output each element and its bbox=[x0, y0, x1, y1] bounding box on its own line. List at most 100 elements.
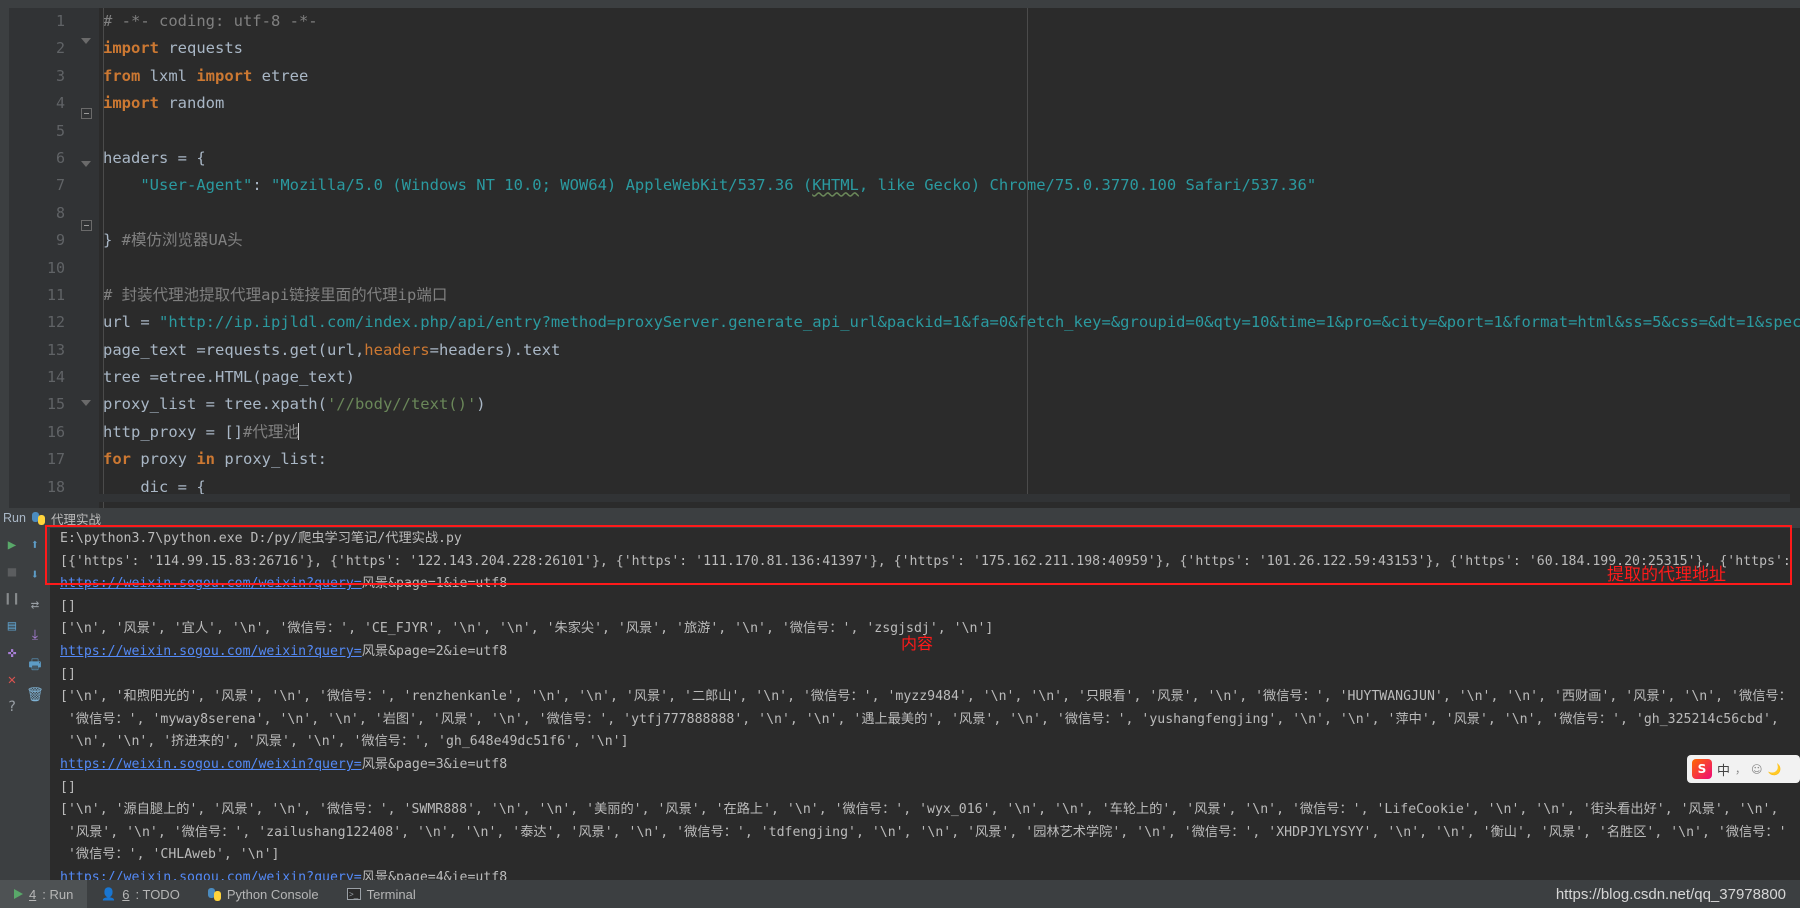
code-line[interactable]: } #模仿浏览器UA头 bbox=[99, 227, 1800, 254]
code-line[interactable] bbox=[99, 200, 1800, 227]
status-bar: 4: Run 👤 6: TODO Python Console >_ Terminal h… bbox=[0, 880, 1800, 908]
clear-all-icon[interactable]: 🗑 bbox=[26, 686, 44, 704]
ime-floating-toolbar[interactable]: S 中 ， ☺ 🌙 bbox=[1687, 755, 1800, 783]
code-token: import bbox=[103, 39, 169, 58]
code-line[interactable]: # -*- coding: utf-8 -*- bbox=[99, 8, 1800, 35]
code-token: KHTML bbox=[812, 176, 859, 195]
stop-button[interactable]: ■ bbox=[3, 563, 21, 581]
console-link-line[interactable]: https://weixin.sogou.com/weixin?query=风景… bbox=[50, 573, 1788, 596]
fold-box-icon[interactable] bbox=[81, 216, 94, 231]
code-token: } bbox=[103, 231, 122, 250]
todo-person-icon: 👤 bbox=[101, 887, 117, 901]
code-line[interactable]: import random bbox=[99, 90, 1800, 117]
ime-punctuation-icon[interactable]: ， bbox=[1735, 761, 1746, 777]
print-icon[interactable]: 🖶 bbox=[26, 656, 44, 674]
console-output-line: E:\python3.7\python.exe D:/py/爬虫学习笔记/代理实… bbox=[60, 531, 462, 546]
code-text-area[interactable]: # -*- coding: utf-8 -*- import requests fr… bbox=[99, 8, 1800, 508]
console-link-line[interactable]: https://weixin.sogou.com/weixin?query=风景… bbox=[50, 867, 1788, 880]
statusbar-item-label: : Run bbox=[42, 886, 74, 902]
code-line[interactable]: headers = { bbox=[99, 145, 1800, 172]
code-line[interactable]: for proxy in proxy_list: bbox=[99, 446, 1800, 473]
statusbar-todo[interactable]: 👤 6: TODO bbox=[87, 880, 194, 908]
code-token: proxy_list: bbox=[224, 450, 327, 469]
code-token: lxml bbox=[149, 66, 197, 85]
code-line[interactable]: page_text =requests.get(url,headers=head… bbox=[99, 337, 1800, 364]
code-line[interactable]: "User-Agent": "Mozilla/5.0 (Windows NT 1… bbox=[99, 172, 1800, 199]
run-triangle-icon bbox=[14, 889, 23, 899]
console-output-line: ['\n', '和煦阳光的', '风景', '\n', '微信号：', 'ren… bbox=[60, 689, 1788, 705]
console-output-line: [] bbox=[60, 598, 76, 614]
scroll-down-icon[interactable]: ⬇ bbox=[26, 566, 44, 584]
line-number: 17 bbox=[46, 450, 65, 469]
line-number: 3 bbox=[55, 66, 65, 85]
editor-hscrollbar-track[interactable] bbox=[9, 494, 1790, 502]
statusbar-python-console[interactable]: Python Console bbox=[194, 880, 333, 908]
line-number: 8 bbox=[55, 203, 65, 222]
ime-menu-icon[interactable]: 🌙 bbox=[1767, 763, 1781, 776]
statusbar-run[interactable]: 4: Run bbox=[0, 880, 88, 908]
scroll-to-end-icon[interactable]: ⤓ bbox=[26, 626, 44, 644]
ime-emoji-icon[interactable]: ☺ bbox=[1751, 763, 1762, 776]
editor-top-strip bbox=[0, 0, 1800, 8]
code-token: in bbox=[196, 450, 225, 469]
line-number: 14 bbox=[46, 368, 65, 387]
watermark-url: https://blog.csdn.net/qq_37978800 bbox=[1555, 885, 1786, 903]
console-link-line[interactable]: https://weixin.sogou.com/weixin?query=风景… bbox=[50, 754, 1788, 777]
code-token: headers bbox=[364, 340, 430, 359]
ime-mode-label[interactable]: 中 bbox=[1717, 760, 1730, 779]
code-token: #模仿浏览器UA头 bbox=[121, 231, 243, 250]
code-line[interactable]: http_proxy = []#代理池 bbox=[99, 419, 1800, 446]
console-url-link[interactable]: https://weixin.sogou.com/weixin?query= bbox=[60, 870, 362, 880]
code-token: # 封装代理池提取代理api链接里面的代理ip端口 bbox=[103, 285, 448, 304]
code-token: "Mozilla/5.0 (Windows NT 10.0; WOW64) Ap… bbox=[270, 176, 813, 195]
sogou-logo-icon[interactable]: S bbox=[1692, 759, 1712, 779]
line-number: 15 bbox=[46, 395, 65, 414]
code-folding-column[interactable] bbox=[77, 8, 99, 508]
scroll-up-icon[interactable]: ⬆ bbox=[26, 536, 44, 554]
console-url-link[interactable]: https://weixin.sogou.com/weixin?query= bbox=[60, 757, 362, 772]
run-toolbar-right[interactable]: ⬆ ⬇ ⇄ ⤓ 🖶 🗑 bbox=[23, 528, 50, 880]
code-line[interactable]: tree =etree.HTML(page_text) bbox=[99, 364, 1800, 391]
code-token: etree bbox=[261, 66, 309, 85]
pin-tab-button[interactable]: ✜ bbox=[3, 644, 21, 662]
fold-box-icon[interactable] bbox=[81, 104, 94, 119]
rerun-button[interactable]: ▶ bbox=[3, 536, 21, 554]
code-editor[interactable]: 1 2 3 4 5 6 7 8 9 10 11 12 13 14 15 16 17 18 # -*- coding… bbox=[0, 0, 1800, 508]
fold-arrow-icon[interactable] bbox=[81, 400, 94, 413]
soft-wrap-icon[interactable]: ⇄ bbox=[26, 596, 44, 614]
console-url-link[interactable]: https://weixin.sogou.com/weixin?query= bbox=[60, 644, 362, 659]
restore-layout-button[interactable]: ▤ bbox=[3, 617, 21, 635]
help-button[interactable]: ? bbox=[3, 698, 21, 716]
console-output-line: '风景', '\n', '微信号：', 'zailushang122408', … bbox=[67, 824, 1788, 840]
code-line[interactable] bbox=[99, 118, 1800, 145]
console-output-line: [] bbox=[60, 779, 76, 795]
console-scrollbar-track[interactable] bbox=[1788, 528, 1798, 880]
pause-button[interactable]: ❙❙ bbox=[3, 590, 21, 608]
code-line[interactable]: import requests bbox=[99, 35, 1800, 62]
run-panel-header: Run 代理实战 bbox=[0, 508, 1800, 528]
code-token: "http://ip.ipjldl.com/index.php/api/entr… bbox=[159, 313, 1800, 332]
statusbar-terminal[interactable]: >_ Terminal bbox=[333, 880, 430, 908]
run-console-output[interactable]: E:\python3.7\python.exe D:/py/爬虫学习笔记/代理实… bbox=[50, 528, 1788, 880]
code-line[interactable]: proxy_list = tree.xpath('//body//text()'… bbox=[99, 391, 1800, 418]
code-token: http_proxy = [] bbox=[103, 422, 243, 441]
line-number: 6 bbox=[55, 148, 65, 167]
console-url-link[interactable]: https://weixin.sogou.com/weixin?query= bbox=[60, 576, 362, 591]
code-line[interactable]: # 封装代理池提取代理api链接里面的代理ip端口 bbox=[99, 282, 1800, 309]
fold-arrow-icon[interactable] bbox=[81, 161, 94, 174]
code-token: "User-Agent" bbox=[140, 176, 253, 195]
statusbar-item-label: : TODO bbox=[135, 886, 180, 902]
close-button[interactable]: ✕ bbox=[3, 671, 21, 689]
run-toolbar-left[interactable]: ▶ ■ ❙❙ ▤ ✜ ✕? bbox=[0, 528, 23, 880]
code-token: #代理池 bbox=[242, 422, 299, 441]
code-token: for bbox=[103, 450, 141, 469]
code-line[interactable]: from lxml import etree bbox=[99, 63, 1800, 90]
text-caret bbox=[297, 422, 299, 440]
code-line[interactable]: url = "http://ip.ipjldl.com/index.php/ap… bbox=[99, 309, 1800, 336]
console-url-tail: 风景&page=2&ie=utf8 bbox=[361, 643, 508, 659]
console-output-line: '\n', '\n', '挤进来的', '风景', '\n', '微信号：', … bbox=[60, 734, 629, 750]
fold-arrow-icon[interactable] bbox=[81, 38, 94, 51]
run-tab-label[interactable]: 代理实战 bbox=[51, 509, 101, 528]
line-number: 1 bbox=[55, 12, 65, 30]
code-line[interactable] bbox=[99, 255, 1800, 282]
